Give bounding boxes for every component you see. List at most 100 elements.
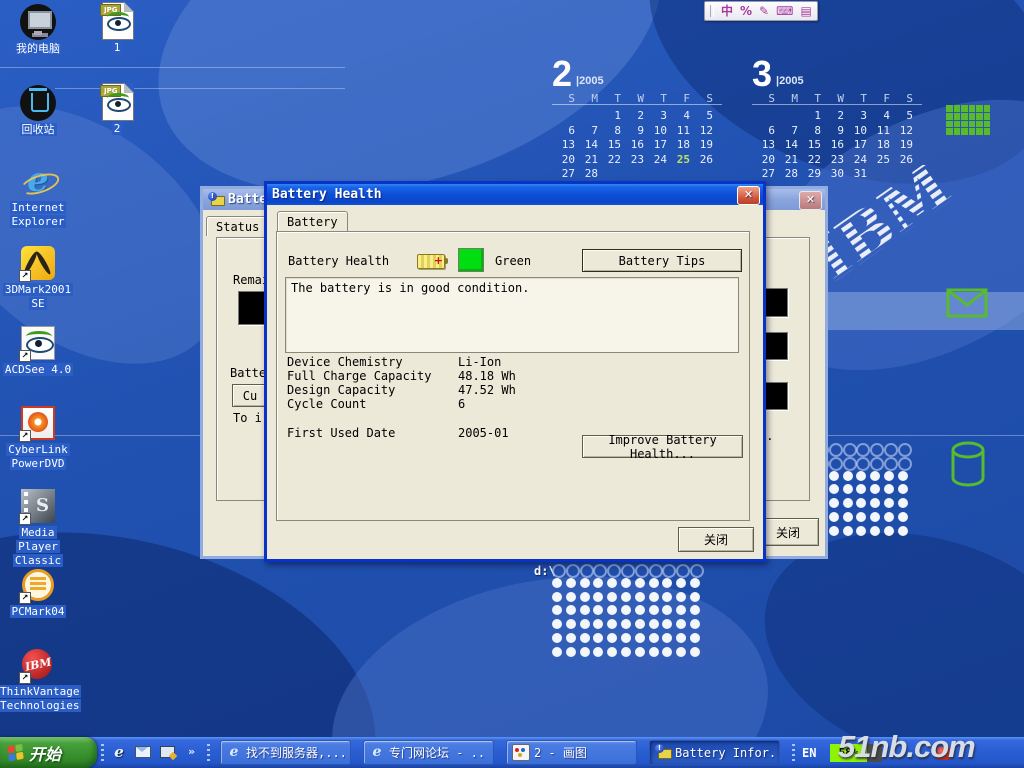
- custom-button-fragment[interactable]: Cu: [232, 384, 268, 407]
- ime-pen-icon[interactable]: ✎: [759, 3, 769, 19]
- ime-keyboard-icon[interactable]: ⌨: [776, 3, 793, 19]
- close-button-front[interactable]: 关闭: [678, 527, 754, 552]
- calendar-day: 8: [598, 124, 621, 137]
- desktop-icon-3dmark2001[interactable]: ↗ 3DMark2001 SE: [0, 244, 78, 311]
- calendar-weekday: T: [844, 92, 867, 105]
- dot: [829, 498, 839, 508]
- calendar-day: 26: [690, 153, 713, 166]
- recycle-bin-icon: [19, 84, 57, 122]
- dot: [843, 457, 857, 471]
- taskbar-task-2[interactable]: e专门网论坛 - ...: [363, 740, 494, 765]
- dot: [566, 647, 576, 657]
- desktop-icon-my-computer[interactable]: 我的电脑: [0, 3, 78, 56]
- improve-battery-health-button[interactable]: Improve Battery Health...: [582, 435, 743, 458]
- quicklaunch-mail-icon[interactable]: [134, 742, 152, 762]
- tab-status[interactable]: Status: [206, 216, 269, 236]
- dot: [566, 578, 576, 588]
- windows-flag-icon: [7, 744, 24, 762]
- wallpaper-line: [0, 67, 345, 68]
- quicklaunch-show-desktop-icon[interactable]: [158, 742, 176, 762]
- dot: [607, 564, 621, 578]
- desktop-icon-acdsee[interactable]: ↗ ACDSee 4.0: [0, 324, 78, 377]
- dot: [552, 592, 562, 602]
- dot: [884, 443, 898, 457]
- ime-grip[interactable]: [710, 5, 714, 17]
- taskbar-task-4[interactable]: !Battery Infor...: [649, 740, 780, 765]
- calendar-weekday: S: [690, 92, 713, 105]
- dot: [898, 512, 908, 522]
- dot: [649, 564, 663, 578]
- calendar-day: 9: [821, 124, 844, 137]
- desktop-icon-jpg-1[interactable]: JPG 1: [87, 2, 147, 55]
- calendar-february-2005: 2|2005SMTWTFS123456789101112131415161718…: [552, 55, 722, 180]
- field-row: Cycle Count6: [287, 397, 516, 411]
- dot: [884, 484, 894, 494]
- dot: [621, 647, 631, 657]
- dot: [843, 512, 853, 522]
- ime-mode-icon[interactable]: %: [740, 3, 752, 19]
- calendar-day: 7: [775, 124, 798, 137]
- ime-language-bar[interactable]: 中% ✎ ⌨ ▤: [704, 1, 818, 21]
- dot: [552, 647, 562, 657]
- dot: [607, 592, 617, 602]
- battery-health-titlebar[interactable]: Battery Health ✕: [267, 184, 763, 205]
- desktop-icon-powerdvd[interactable]: ↗ CyberLink PowerDVD: [0, 404, 78, 471]
- task-label: Battery Infor...: [675, 746, 774, 760]
- desktop-icon-thinkvantage[interactable]: IBM↗ ThinkVantage Technologies: [0, 646, 78, 713]
- dot: [676, 564, 690, 578]
- calendar-weekday: T: [644, 92, 667, 105]
- dot: [898, 498, 908, 508]
- close-button-back[interactable]: 关闭: [757, 518, 819, 546]
- start-button[interactable]: 开始: [0, 737, 97, 768]
- dot: [580, 605, 590, 615]
- desktop-icon-jpg-2[interactable]: JPG 2: [87, 83, 147, 136]
- calendar-day: 6: [752, 124, 775, 137]
- tab-battery[interactable]: Battery: [277, 211, 348, 231]
- battery-tips-button[interactable]: Battery Tips: [582, 249, 742, 272]
- dot: [843, 526, 853, 536]
- ime-lang-icon[interactable]: 中: [721, 3, 733, 19]
- dot: [843, 484, 853, 494]
- dot: [621, 578, 631, 588]
- dot: [898, 443, 912, 457]
- dot: [649, 592, 659, 602]
- quicklaunch-expand-chevron[interactable]: »: [188, 745, 195, 758]
- calendar-day: 23: [821, 153, 844, 166]
- calendar-year: |2005: [576, 75, 604, 89]
- dot: [635, 564, 649, 578]
- thinkvantage-icon: IBM↗: [19, 646, 57, 684]
- desktop-icon-internet-explorer[interactable]: e Internet Explorer: [0, 162, 78, 229]
- dot: [580, 592, 590, 602]
- taskbar-task-3[interactable]: 2 - 画图: [506, 740, 637, 765]
- desktop-icon-media-player-classic[interactable]: ↗ Media Player Classic: [0, 487, 78, 568]
- taskbar-task-1[interactable]: e找不到服务器,...: [220, 740, 351, 765]
- taskbar-separator: [101, 744, 104, 762]
- desktop-icon-recycle-bin[interactable]: 回收站: [0, 84, 78, 137]
- calendar-day: 1: [598, 109, 621, 122]
- battery-health-dialog[interactable]: Battery Health ✕ Battery Battery Health …: [264, 181, 766, 562]
- field-value: 47.52 Wh: [458, 383, 516, 397]
- desktop-icon-pcmark04[interactable]: ↗ PCMark04: [0, 566, 78, 619]
- dot: [662, 592, 672, 602]
- dot: [552, 633, 562, 643]
- calendar-day: 4: [867, 109, 890, 122]
- calendar-weekday: S: [752, 92, 775, 105]
- close-icon[interactable]: ✕: [799, 191, 822, 210]
- dot: [635, 578, 645, 588]
- close-icon[interactable]: ✕: [737, 186, 760, 205]
- dot: [856, 471, 866, 481]
- window-title: Batte: [228, 192, 267, 207]
- quicklaunch-ie-icon[interactable]: e: [110, 742, 128, 762]
- field-value: Li-Ion: [458, 355, 501, 369]
- language-indicator[interactable]: EN: [802, 746, 816, 760]
- field-label: Device Chemistry: [287, 355, 458, 369]
- dot: [635, 619, 645, 629]
- calendar-day: 2: [821, 109, 844, 122]
- 3dmark-icon: ↗: [19, 244, 57, 282]
- dot: [635, 633, 645, 643]
- calendar-day: 21: [575, 153, 598, 166]
- calendar-day: 17: [844, 138, 867, 151]
- ime-menu-icon[interactable]: ▤: [800, 3, 811, 19]
- field-value: 48.18 Wh: [458, 369, 516, 383]
- calendar-day: 13: [552, 138, 575, 151]
